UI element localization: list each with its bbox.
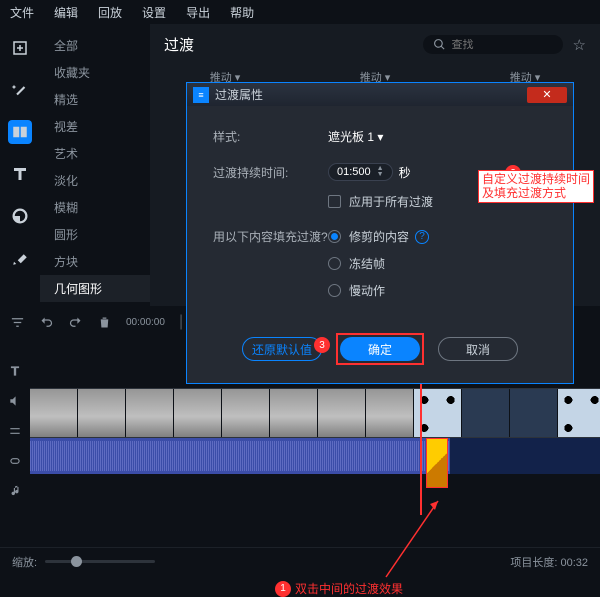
clip-thumbnail[interactable] — [222, 389, 270, 438]
project-length-label: 项目长度: — [510, 557, 557, 569]
menu-settings[interactable]: 设置 — [132, 0, 176, 24]
annotation-text-top: 自定义过渡持续时间 及填充过渡方式 — [478, 170, 594, 203]
clip-thumbnail[interactable] — [270, 389, 318, 438]
category-item[interactable]: 模糊 — [40, 194, 150, 221]
category-item[interactable]: 收藏夹 — [40, 59, 150, 86]
undo-icon[interactable] — [39, 315, 54, 330]
clip-thumbnail[interactable] — [558, 389, 600, 438]
category-item[interactable]: 淡化 — [40, 167, 150, 194]
magic-wand-icon[interactable] — [8, 78, 32, 102]
stickers-icon[interactable] — [8, 204, 32, 228]
audio-track[interactable] — [30, 438, 600, 474]
category-item[interactable]: 圆形 — [40, 221, 150, 248]
category-item[interactable]: 视差 — [40, 113, 150, 140]
transitions-icon[interactable] — [8, 120, 32, 144]
playhead[interactable] — [420, 376, 422, 515]
clip-thumbnail[interactable] — [462, 389, 510, 438]
zoom-slider[interactable] — [45, 560, 155, 563]
video-track[interactable] — [30, 388, 600, 438]
category-item-selected[interactable]: 几何图形 — [40, 275, 150, 302]
settings-icon[interactable] — [8, 424, 22, 438]
menu-export[interactable]: 导出 — [176, 0, 220, 24]
ok-highlight: 确定 — [336, 333, 424, 365]
status-bar: 缩放: 项目长度: 00:32 — [0, 547, 600, 575]
duration-label: 过渡持续时间: — [213, 164, 328, 181]
search-icon — [433, 38, 446, 51]
clip-thumbnail[interactable] — [126, 389, 174, 438]
transition-properties-dialog: ≡ 过渡属性 ✕ 样式: 遮光板 1 ▾ 过渡持续时间: 01:500 ▲▼ 秒… — [186, 82, 574, 384]
annotation-badge-1: 1 — [275, 581, 291, 597]
fill-option-label: 慢动作 — [349, 282, 385, 299]
clip-thumbnail[interactable] — [318, 389, 366, 438]
fill-radio-freeze[interactable] — [328, 257, 341, 270]
menu-file[interactable]: 文件 — [0, 0, 44, 24]
style-dropdown[interactable]: 遮光板 1 ▾ — [328, 128, 383, 145]
dialog-title-text: 过渡属性 — [215, 86, 263, 103]
link-icon[interactable] — [8, 454, 22, 468]
volume-icon[interactable] — [8, 394, 22, 408]
dialog-icon: ≡ — [193, 87, 209, 103]
track-controls — [0, 338, 30, 575]
annotation-badge-3: 3 — [314, 337, 330, 353]
fill-radio-trim[interactable] — [328, 230, 341, 243]
menu-bar: 文件 编辑 回放 设置 导出 帮助 — [0, 0, 600, 24]
transition-marker[interactable] — [426, 438, 448, 488]
clip-thumbnail[interactable] — [30, 389, 78, 438]
filter-icon[interactable] — [10, 315, 25, 330]
apply-all-checkbox[interactable] — [328, 195, 341, 208]
audio-icon[interactable] — [8, 484, 22, 498]
dialog-titlebar[interactable]: ≡ 过渡属性 ✕ — [187, 83, 573, 106]
duration-unit: 秒 — [399, 164, 411, 181]
step-down-icon[interactable]: ▼ — [377, 172, 384, 178]
panel-title: 过渡 — [164, 34, 194, 55]
project-length-value: 00:32 — [560, 557, 588, 569]
timecode-start: 00:00:00 — [126, 317, 165, 328]
add-media-icon[interactable] — [8, 36, 32, 60]
search-input[interactable] — [452, 39, 542, 51]
favorite-icon[interactable]: ☆ — [573, 36, 586, 54]
waveform — [30, 441, 600, 471]
category-item[interactable]: 全部 — [40, 32, 150, 59]
clip-thumbnail[interactable] — [510, 389, 558, 438]
clip-thumbnail[interactable] — [366, 389, 414, 438]
menu-help[interactable]: 帮助 — [220, 0, 264, 24]
zoom-label: 缩放: — [12, 554, 37, 570]
reset-defaults-button[interactable]: 还原默认值 — [242, 337, 322, 361]
ok-button[interactable]: 确定 — [340, 337, 420, 361]
fill-option-label: 修剪的内容 — [349, 228, 409, 245]
clip-thumbnail[interactable] — [174, 389, 222, 438]
text-track-icon[interactable] — [8, 364, 22, 378]
style-label: 样式: — [213, 128, 328, 145]
search-box[interactable] — [423, 35, 563, 54]
fill-label: 用以下内容填充过渡? — [213, 228, 328, 245]
category-item[interactable]: 艺术 — [40, 140, 150, 167]
annotation-bottom: 1 双击中间的过渡效果 — [275, 580, 403, 597]
cancel-button[interactable]: 取消 — [438, 337, 518, 361]
tool-sidebar — [0, 24, 40, 306]
fill-radio-slowmo[interactable] — [328, 284, 341, 297]
category-item[interactable]: 方块 — [40, 248, 150, 275]
close-button[interactable]: ✕ — [527, 87, 567, 103]
clip-thumbnail[interactable] — [78, 389, 126, 438]
info-icon[interactable]: ? — [415, 230, 429, 244]
fill-option-label: 冻结帧 — [349, 255, 385, 272]
redo-icon[interactable] — [68, 315, 83, 330]
titles-icon[interactable] — [8, 162, 32, 186]
menu-playback[interactable]: 回放 — [88, 0, 132, 24]
menu-edit[interactable]: 编辑 — [44, 0, 88, 24]
delete-icon[interactable] — [97, 315, 112, 330]
apply-all-label: 应用于所有过渡 — [349, 193, 433, 210]
more-tools-icon[interactable] — [8, 246, 32, 270]
category-list: 全部 收藏夹 精选 视差 艺术 淡化 模糊 圆形 方块 几何图形 涟漪 翘曲 擦… — [40, 24, 150, 306]
duration-spinner[interactable]: 01:500 ▲▼ — [328, 163, 393, 181]
category-item[interactable]: 精选 — [40, 86, 150, 113]
